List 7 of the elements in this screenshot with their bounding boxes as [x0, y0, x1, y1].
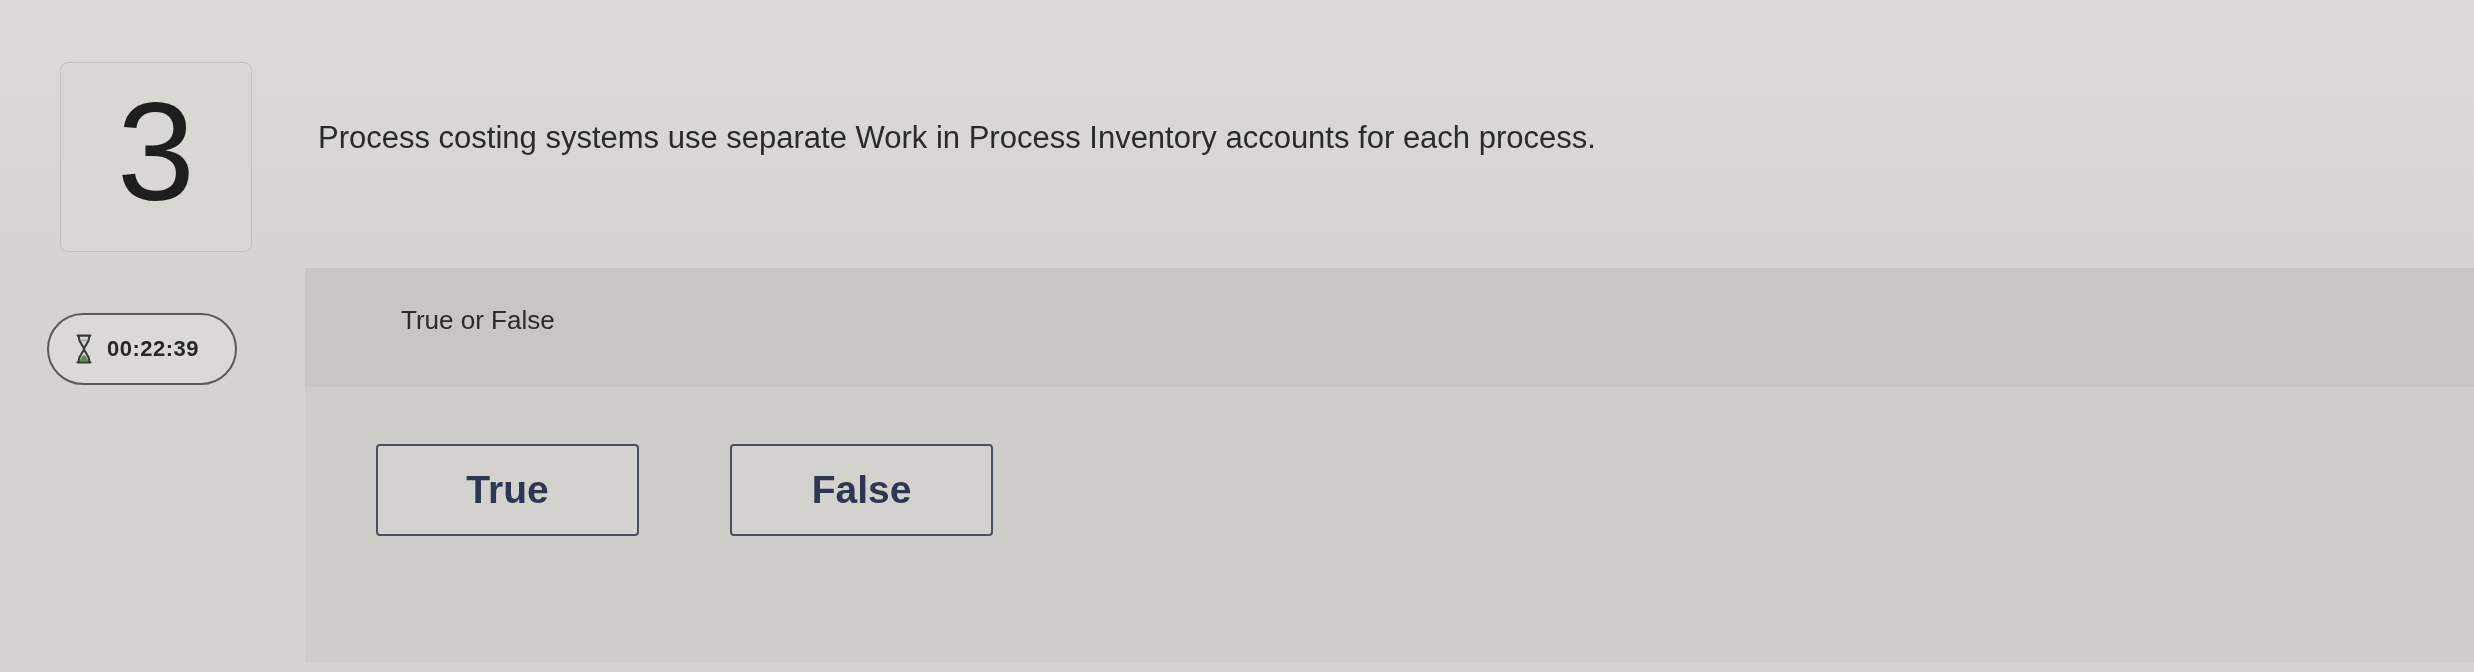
timer-text: 00:22:39 [107, 336, 200, 362]
answer-option-button[interactable]: True [376, 444, 639, 536]
answer-option-button[interactable]: False [730, 444, 993, 536]
question-number: 3 [60, 62, 252, 252]
answer-prompt: True or False [401, 305, 555, 336]
hourglass-icon [75, 334, 93, 364]
question-text: Process costing systems use separate Work in Process Inventory accounts for each process. [318, 120, 1596, 156]
